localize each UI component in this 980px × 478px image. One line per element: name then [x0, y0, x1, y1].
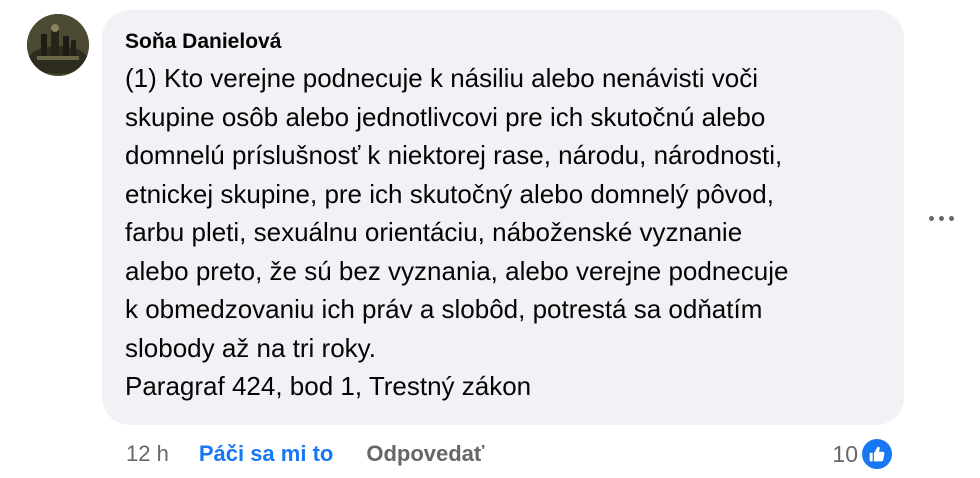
comment-line: slobody až na tri roky. [125, 332, 376, 363]
comment-body: (1) Kto verejne podnecuje k násiliu aleb… [125, 59, 895, 406]
comment-line: k obmedzovaniu ich práv a slobôd, potres… [125, 294, 763, 324]
reply-button[interactable]: Odpovedať [366, 441, 484, 467]
comment-line: alebo preto, že sú bez vyznania, alebo v… [125, 255, 789, 286]
comment-line: farbu pleti, sexuálnu orientáciu, nábože… [125, 217, 743, 247]
comment-timestamp[interactable]: 12 h [126, 441, 169, 467]
thumbs-up-icon [860, 437, 894, 471]
comment-bubble: Soňa Danielová (1) Kto verejne podnecuje… [102, 10, 904, 425]
comment-actions: 12 h Páči sa mi to Odpovedať [126, 437, 484, 471]
avatar-image [27, 14, 89, 76]
comment-container: Soňa Danielová (1) Kto verejne podnecuje… [0, 0, 980, 478]
reaction-count: 10 [832, 440, 858, 467]
more-options-button[interactable] [921, 203, 961, 233]
comment-line: Paragraf 424, bod 1, Trestný zákon [125, 371, 532, 401]
reaction-summary[interactable]: 10 [832, 436, 894, 472]
avatar[interactable] [27, 14, 89, 76]
comment-author[interactable]: Soňa Danielová [125, 27, 882, 57]
comment-line: skupine osôb alebo jednotlivcovi pre ich… [125, 101, 766, 132]
comment-line: etnickej skupine, pre ich skutočný alebo… [125, 178, 774, 209]
more-options-icon [928, 215, 954, 221]
comment-line: domnelú príslušnosť k niektorej rase, ná… [125, 140, 783, 170]
like-button[interactable]: Páči sa mi to [199, 441, 334, 467]
comment-line: (1) Kto verejne podnecuje k násiliu aleb… [125, 63, 759, 93]
